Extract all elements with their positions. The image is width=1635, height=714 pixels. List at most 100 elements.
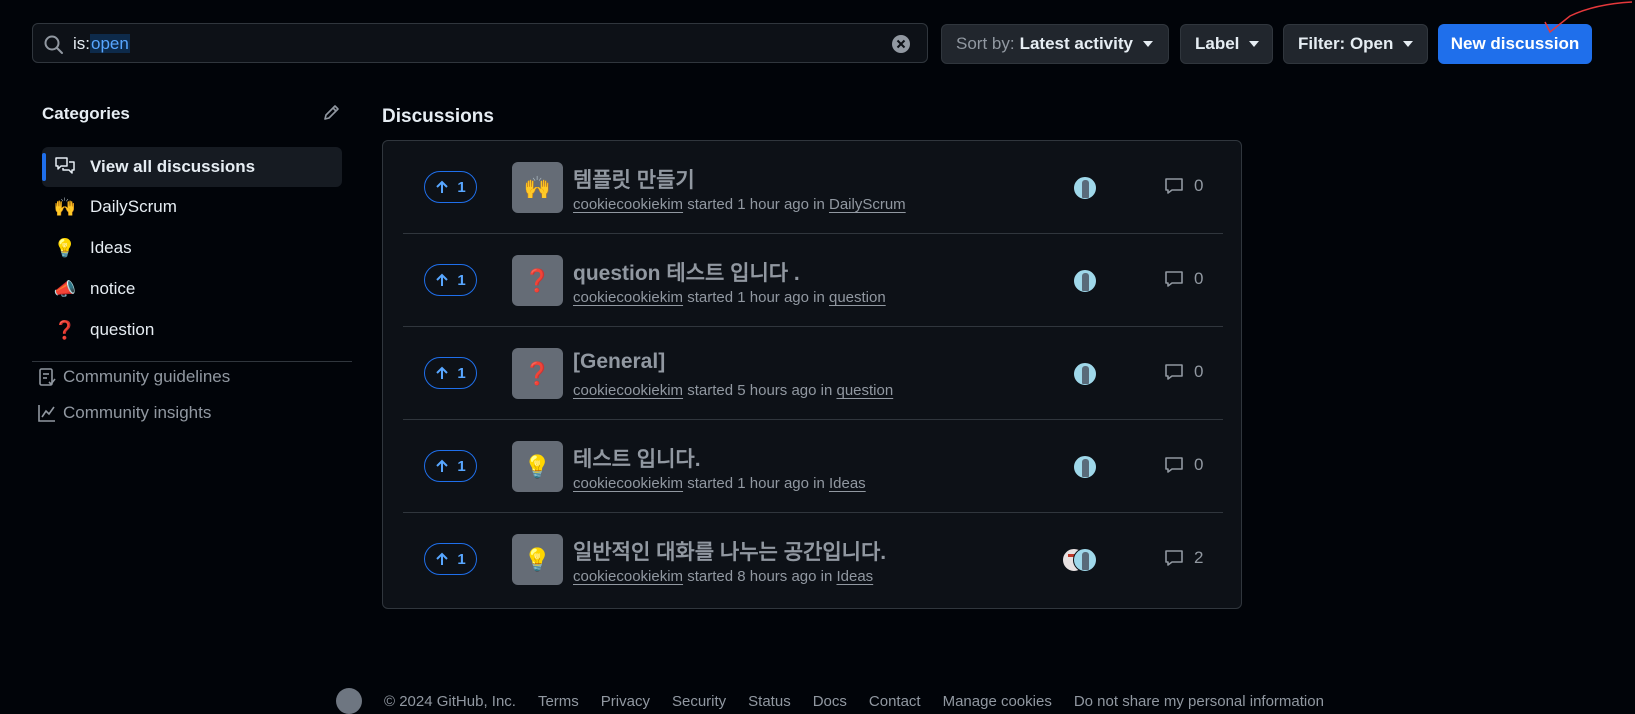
upvote-button[interactable]: 1 (424, 450, 477, 482)
discussion-title[interactable]: 템플릿 만들기 (573, 164, 695, 194)
sidebar-item-label: DailyScrum (90, 197, 177, 216)
footer: © 2024 GitHub, Inc. Terms Privacy Securi… (336, 688, 1324, 714)
comment-count[interactable]: 0 (1164, 455, 1203, 475)
comment-count[interactable]: 0 (1164, 362, 1203, 382)
category-link[interactable]: DailyScrum (829, 196, 906, 213)
discussions-icon (52, 155, 78, 180)
category-link[interactable]: Ideas (836, 568, 873, 585)
edit-categories-icon[interactable] (322, 104, 340, 122)
discussions-title: Discussions (382, 106, 494, 127)
discussion-row[interactable]: 1 ❓ [General] cookiecookiekim started 5 … (403, 327, 1223, 420)
started-text: started 1 hour ago in (687, 475, 825, 492)
avatar[interactable] (1073, 548, 1097, 572)
author-link[interactable]: cookiecookiekim (573, 196, 683, 213)
megaphone-icon: 📣 (53, 278, 77, 299)
discussion-title[interactable]: 테스트 입니다. (573, 443, 701, 473)
author-link[interactable]: cookiecookiekim (573, 289, 683, 306)
discussion-title[interactable]: question 테스트 입니다 . (573, 257, 800, 287)
search-input[interactable]: is:open (32, 23, 928, 63)
comment-icon (1165, 550, 1183, 566)
label-button[interactable]: Label (1180, 24, 1273, 64)
discussion-row[interactable]: 1 💡 테스트 입니다. cookiecookiekim started 1 h… (403, 420, 1223, 513)
sidebar-item-notice[interactable]: 📣 notice (42, 269, 342, 309)
upvote-button[interactable]: 1 (424, 543, 477, 575)
footer-copyright: © 2024 GitHub, Inc. (384, 692, 516, 710)
graph-icon (38, 405, 55, 422)
started-text: started 1 hour ago in (687, 289, 825, 306)
comment-icon (1165, 364, 1183, 380)
comment-count[interactable]: 0 (1164, 269, 1203, 289)
discussion-row[interactable]: 1 ❓ question 테스트 입니다 . cookiecookiekim s… (403, 234, 1223, 327)
comment-count-value: 0 (1194, 176, 1204, 195)
filter-button[interactable]: Filter: Open (1283, 24, 1428, 64)
discussion-row[interactable]: 1 💡 일반적인 대화를 나누는 공간입니다. cookiecookiekim … (403, 513, 1223, 606)
arrow-up-icon (436, 180, 449, 193)
discussion-meta: cookiecookiekim started 5 hours ago in q… (573, 382, 893, 399)
arrow-up-icon (436, 366, 449, 379)
footer-link-docs[interactable]: Docs (813, 693, 847, 710)
comment-count-value: 0 (1194, 269, 1204, 288)
discussion-list: 1 🙌 템플릿 만들기 cookiecookiekim started 1 ho… (382, 140, 1242, 609)
comment-icon (1165, 178, 1183, 194)
clear-search-icon[interactable] (891, 34, 911, 54)
comment-count[interactable]: 2 (1164, 548, 1203, 568)
annotation-checkmark-icon (1544, 1, 1633, 34)
footer-link-status[interactable]: Status (748, 693, 791, 710)
community-insights-link[interactable]: Community insights (37, 403, 211, 423)
vote-count: 1 (457, 178, 466, 196)
avatar[interactable] (1073, 362, 1097, 386)
discussion-title[interactable]: 일반적인 대화를 나누는 공간입니다. (573, 536, 886, 566)
comment-count-value: 2 (1194, 548, 1204, 567)
github-logo-icon[interactable] (336, 688, 362, 714)
category-icon: ❓ (512, 348, 563, 399)
community-guidelines-label: Community guidelines (63, 367, 231, 386)
upvote-button[interactable]: 1 (424, 171, 477, 203)
avatar[interactable] (1073, 455, 1097, 479)
category-link[interactable]: question (836, 382, 893, 399)
arrow-up-icon (436, 552, 449, 565)
label-button-text: Label (1195, 34, 1240, 53)
author-link[interactable]: cookiecookiekim (573, 475, 683, 492)
footer-link-contact[interactable]: Contact (869, 693, 921, 710)
discussion-meta: cookiecookiekim started 1 hour ago in Da… (573, 196, 906, 213)
footer-link-privacy[interactable]: Privacy (601, 693, 650, 710)
avatar[interactable] (1073, 269, 1097, 293)
footer-link-manage-cookies[interactable]: Manage cookies (943, 693, 1052, 710)
author-link[interactable]: cookiecookiekim (573, 382, 683, 399)
vote-count: 1 (457, 271, 466, 289)
discussion-meta: cookiecookiekim started 1 hour ago in qu… (573, 289, 886, 306)
upvote-button[interactable]: 1 (424, 264, 477, 296)
sidebar-item-view-all[interactable]: View all discussions (42, 147, 342, 187)
sidebar-item-ideas[interactable]: 💡 Ideas (42, 228, 342, 268)
footer-link-do-not-share[interactable]: Do not share my personal information (1074, 693, 1324, 710)
sort-value: Latest activity (1019, 34, 1133, 53)
search-icon (44, 35, 63, 54)
category-link[interactable]: Ideas (829, 475, 866, 492)
vote-count: 1 (457, 457, 466, 475)
sidebar-divider (32, 361, 352, 362)
started-text: started 1 hour ago in (687, 196, 825, 213)
category-icon: ❓ (512, 255, 563, 306)
sidebar-item-question[interactable]: ❓ question (42, 310, 342, 350)
sidebar-item-dailyscrum[interactable]: 🙌 DailyScrum (42, 187, 342, 227)
categories-title: Categories (42, 104, 130, 123)
comment-count-value: 0 (1194, 362, 1204, 381)
vote-count: 1 (457, 550, 466, 568)
comment-icon (1165, 457, 1183, 473)
guidelines-icon (39, 368, 56, 386)
sort-button[interactable]: Sort by: Latest activity (941, 24, 1169, 64)
author-link[interactable]: cookiecookiekim (573, 568, 683, 585)
community-guidelines-link[interactable]: Community guidelines (37, 367, 230, 387)
upvote-button[interactable]: 1 (424, 357, 477, 389)
category-link[interactable]: question (829, 289, 886, 306)
discussion-row[interactable]: 1 🙌 템플릿 만들기 cookiecookiekim started 1 ho… (403, 141, 1223, 234)
comment-count[interactable]: 0 (1164, 176, 1203, 196)
vote-count: 1 (457, 364, 466, 382)
sidebar-item-label: question (90, 320, 155, 339)
discussion-title[interactable]: [General] (573, 350, 665, 374)
avatar[interactable] (1073, 176, 1097, 200)
footer-link-security[interactable]: Security (672, 693, 726, 710)
arrow-up-icon (436, 273, 449, 286)
started-text: started 8 hours ago in (687, 568, 833, 585)
footer-link-terms[interactable]: Terms (538, 693, 579, 710)
